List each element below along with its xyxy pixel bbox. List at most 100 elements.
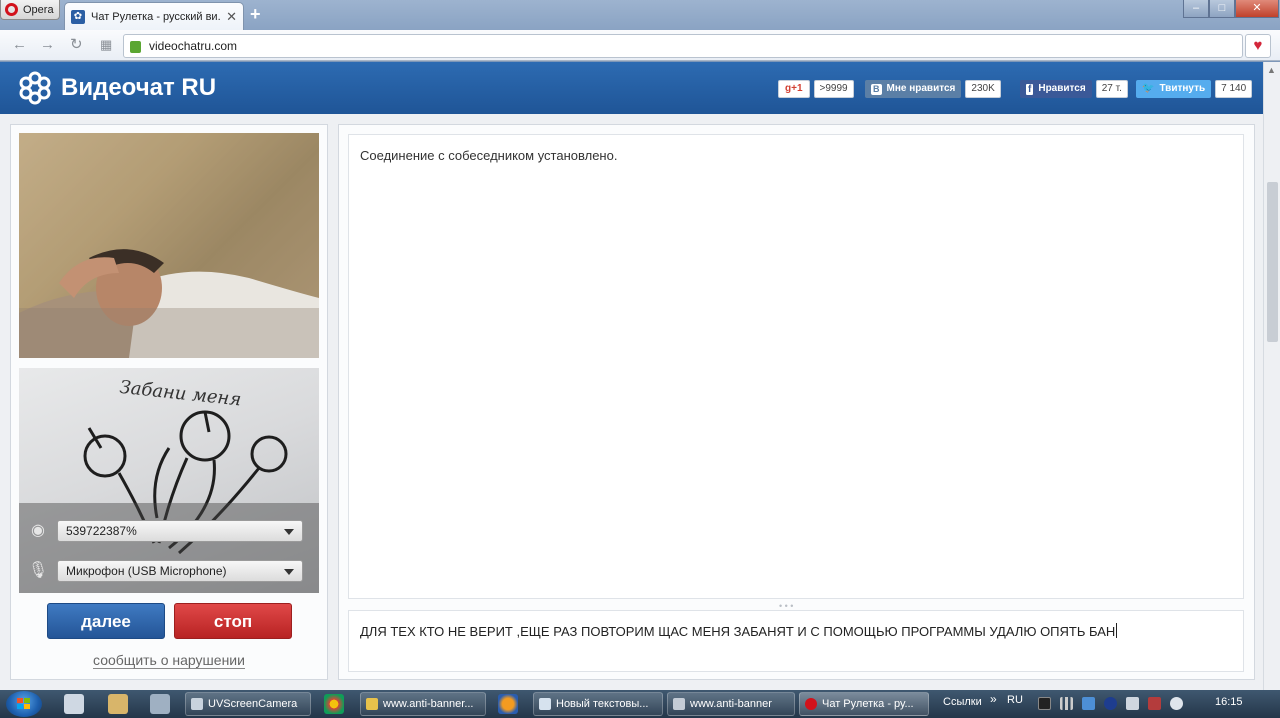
taskbar-item-notepad[interactable]: Новый текстовы... (533, 692, 663, 716)
opera-logo-icon (5, 3, 18, 16)
camera-select-value: 539722387% (66, 524, 137, 538)
vk-share[interactable]: B Мне нравится 230K (865, 79, 1001, 99)
links-toolbar-label[interactable]: Ссылки (943, 696, 982, 708)
taskbar-clock[interactable]: 16:15 (1215, 696, 1243, 708)
taskbar-item-uvscreencamera[interactable]: UVScreenCamera (185, 692, 311, 716)
language-indicator[interactable]: RU (1007, 694, 1023, 706)
vk-like-label: Мне нравится (886, 83, 956, 94)
taskbar-item-label: Чат Рулетка - ру... (822, 698, 914, 710)
gplus-button[interactable]: g+1 (778, 80, 810, 98)
close-window-button[interactable]: ✕ (1235, 0, 1279, 18)
twitter-bird-icon: 🐦 (1142, 83, 1155, 94)
camera-select[interactable]: 539722387% (57, 520, 303, 542)
taskbar-item-label: UVScreenCamera (208, 698, 298, 710)
volume-icon[interactable] (1126, 697, 1139, 710)
twitter-tweet-button[interactable]: 🐦 Твитнуть (1136, 80, 1212, 98)
next-button[interactable]: далее (47, 603, 165, 639)
close-icon[interactable]: ✕ (226, 9, 237, 25)
reload-icon[interactable]: ↻ (70, 37, 83, 52)
facebook-like-button[interactable]: f Нравится (1020, 80, 1092, 98)
back-icon[interactable]: ← (12, 37, 27, 52)
webcam-icon: ◉ (31, 522, 45, 539)
vk-like-button[interactable]: B Мне нравится (865, 80, 962, 98)
address-bar[interactable]: videochatru.com (123, 34, 1243, 58)
vk-count: 230K (965, 80, 1001, 98)
maximize-button[interactable]: □ (1209, 0, 1235, 18)
browser-tab-strip: Opera ✿ Чат Рулетка - русский ви... ✕ + … (0, 0, 1280, 30)
skype-tray-icon[interactable] (1104, 697, 1117, 710)
navigation-bar: ← → ↻ ▦ videochatru.com ♥ (0, 30, 1280, 61)
tab-title: Чат Рулетка - русский ви... (91, 10, 221, 23)
bluetooth-tray-icon[interactable] (1082, 697, 1095, 710)
windows-logo-icon (17, 698, 30, 709)
speed-dial-icon[interactable]: ▦ (100, 37, 112, 52)
forward-icon[interactable]: → (40, 37, 55, 52)
bookmark-heart-icon[interactable]: ♥ (1245, 34, 1271, 58)
self-video-caption: Забани меня (119, 377, 243, 411)
notepad-icon (539, 698, 551, 710)
taskbar-item-label: Новый текстовы... (556, 698, 649, 710)
page-scrollbar[interactable]: ▲ (1263, 62, 1280, 690)
vk-icon: B (871, 83, 882, 95)
address-text: videochatru.com (149, 39, 238, 53)
taskbar-item-anti-banner-2[interactable]: www.anti-banner (667, 692, 795, 716)
taskbar-item-opera[interactable]: Чат Рулетка - ру... (799, 692, 929, 716)
camera-row: ◉ 539722387% (27, 519, 303, 543)
microphone-select[interactable]: Микрофон (USB Microphone) (57, 560, 303, 582)
opera-icon (805, 698, 817, 710)
chat-input-text: ДЛЯ ТЕХ КТО НЕ ВЕРИТ ,ЕЩЕ РАЗ ПОВТОРИМ Щ… (360, 623, 1118, 639)
web-page: Видеочат RU g+1 >9999 B Мне нравится 230… (0, 62, 1263, 690)
action-center-icon[interactable] (1148, 697, 1161, 710)
gplus-count: >9999 (813, 80, 854, 98)
chrome-icon[interactable] (324, 694, 344, 714)
folder-icon (366, 698, 378, 710)
minimize-button[interactable]: – (1183, 0, 1209, 18)
network-signal-icon[interactable] (1060, 697, 1073, 710)
partner-video-frame (19, 133, 319, 358)
scroll-up-icon[interactable]: ▲ (1267, 65, 1276, 75)
taskbar-item-anti-banner-1[interactable]: www.anti-banner... (360, 692, 486, 716)
facebook-icon: f (1026, 83, 1034, 95)
taskbar-item-label: www.anti-banner (690, 698, 772, 710)
window-icon (673, 698, 685, 710)
videochat-logo-icon: ✿ (71, 9, 85, 24)
report-violation-link-wrapper: сообщить о нарушении (11, 652, 327, 669)
facebook-share[interactable]: f Нравится 27 т. (1020, 79, 1128, 99)
self-video: Забани меня ◉ 539722387% 🎙 Микрофон (USB… (19, 368, 319, 593)
partner-video (19, 133, 319, 358)
browser-tab[interactable]: ✿ Чат Рулетка - русский ви... ✕ (64, 2, 244, 30)
power-icon[interactable] (1170, 697, 1183, 710)
show-desktop-icon[interactable] (64, 694, 84, 714)
chevron-down-icon (284, 529, 294, 535)
microphone-row: 🎙 Микрофон (USB Microphone) (27, 559, 303, 583)
site-header: Видеочат RU g+1 >9999 B Мне нравится 230… (0, 62, 1263, 114)
video-panel: Забани меня ◉ 539722387% 🎙 Микрофон (USB… (10, 124, 328, 680)
opera-menu-button[interactable]: Opera (0, 0, 60, 20)
chat-input[interactable]: ДЛЯ ТЕХ КТО НЕ ВЕРИТ ,ЕЩЕ РАЗ ПОВТОРИМ Щ… (348, 610, 1244, 672)
tray-app-icon[interactable] (1038, 697, 1051, 710)
gplus-share[interactable]: g+1 >9999 (778, 79, 854, 99)
facebook-count: 27 т. (1095, 80, 1128, 98)
links-chevron-icon[interactable]: » (990, 692, 997, 706)
start-button[interactable] (6, 691, 42, 717)
chevron-down-icon (284, 569, 294, 575)
microphone-icon: 🎙 (27, 562, 49, 579)
quicklaunch-pencil-icon[interactable] (108, 694, 128, 714)
site-logo-icon[interactable] (18, 71, 52, 105)
uvscreencamera-icon (191, 698, 203, 710)
scrollbar-thumb[interactable] (1267, 182, 1278, 342)
stop-button[interactable]: стоп (174, 603, 292, 639)
new-tab-button[interactable]: + (250, 5, 261, 23)
site-logo-text[interactable]: Видеочат RU (61, 74, 216, 102)
chat-message: Соединение с собеседником установлено. (360, 148, 618, 163)
chat-panel: Соединение с собеседником установлено. •… (338, 124, 1255, 680)
taskbar-item-label: www.anti-banner... (383, 698, 474, 710)
quicklaunch-window-icon[interactable] (150, 694, 170, 714)
microphone-select-value: Микрофон (USB Microphone) (66, 564, 227, 578)
device-settings-overlay: ◉ 539722387% 🎙 Микрофон (USB Microphone) (19, 503, 319, 593)
firefox-icon[interactable] (498, 694, 518, 714)
chat-input-value: ДЛЯ ТЕХ КТО НЕ ВЕРИТ ,ЕЩЕ РАЗ ПОВТОРИМ Щ… (360, 624, 1116, 639)
chat-log: Соединение с собеседником установлено. (348, 134, 1244, 599)
twitter-share[interactable]: 🐦 Твитнуть 7 140 (1136, 79, 1253, 99)
report-violation-link[interactable]: сообщить о нарушении (93, 652, 245, 669)
